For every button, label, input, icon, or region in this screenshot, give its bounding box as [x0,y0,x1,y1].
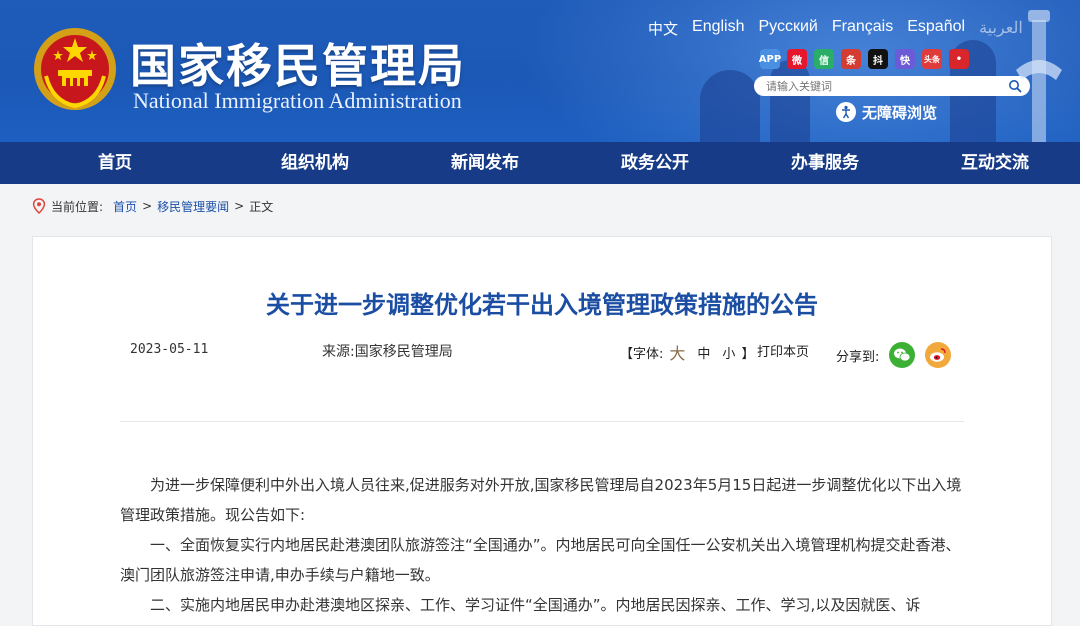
nav-news[interactable]: 新闻发布 [400,142,570,184]
national-emblem-icon [34,28,116,110]
site-title-en: National Immigration Administration [133,88,462,113]
red-app-icon[interactable]: • [949,49,969,69]
breadcrumb-prefix: 当前位置: [51,199,104,214]
breadcrumb-separator: > [234,199,245,213]
article-paragraph: 二、实施内地居民申办赴港澳地区探亲、工作、学习证件“全国通办”。内地居民因探亲、… [150,596,921,614]
lang-russian[interactable]: Русский [759,18,818,40]
accessibility-label: 无障碍浏览 [862,103,938,122]
share-bar: 分享到: [836,342,952,368]
accessibility-icon [836,102,856,122]
search-input[interactable] [766,79,996,93]
lang-english[interactable]: English [692,18,744,40]
article-paragraph: 为进一步保障便利中外出入境人员往来,促进服务对外开放,国家移民管理局自2023年… [120,476,962,524]
nav-services[interactable]: 办事服务 [740,142,910,184]
lang-french[interactable]: Français [832,18,893,40]
article-paragraph: 一、全面恢复实行内地居民赴港澳团队旅游签注“全国通办”。内地居民可向全国任一公安… [120,536,961,584]
article-body: 为进一步保障便利中外出入境人员往来,促进服务对外开放,国家移民管理局自2023年… [120,470,968,620]
nav-government-affairs[interactable]: 政务公开 [570,142,740,184]
app-icon[interactable]: APP [759,49,781,69]
toutiao-icon[interactable]: 条 [841,49,861,69]
breadcrumb: 当前位置: 首页 > 移民管理要闻 > 正文 [32,196,273,216]
search-box [754,76,1030,96]
traveler-silhouette [700,70,760,142]
accessibility-link[interactable]: 无障碍浏览 [836,101,937,123]
douyin-icon[interactable]: 抖 [868,49,888,69]
weibo-icon[interactable]: 微 [787,49,807,69]
nav-interaction[interactable]: 互动交流 [910,142,1080,184]
meta-divider [120,421,964,422]
print-button[interactable]: 打印本页 [757,341,809,360]
site-title-cn: 国家移民管理局 [130,39,466,93]
publish-date: 2023-05-11 [130,342,209,357]
social-media-row: APP 微 信 条 抖 快 头条 • [759,49,969,69]
lang-chinese[interactable]: 中文 [648,18,678,40]
font-label-close: 】 [741,346,755,362]
language-bar: 中文 English Русский Français Español العر… [648,18,1037,40]
font-small-button[interactable]: 小 [722,343,735,362]
font-label-open: 【字体: [620,346,664,362]
wechat-share-icon[interactable] [889,342,916,368]
font-medium-button[interactable]: 中 [697,343,710,362]
location-pin-icon [32,198,46,214]
breadcrumb-current: 正文 [249,199,274,214]
breadcrumb-separator: > [142,199,153,213]
article-source: 来源:国家移民管理局 [322,344,453,360]
nav-organization[interactable]: 组织机构 [230,142,400,184]
share-label: 分享到: [836,349,880,365]
weibo-share-icon[interactable] [925,342,952,368]
site-header: 国家移民管理局 National Immigration Administrat… [0,0,1080,142]
kuaishou-icon[interactable]: 快 [895,49,915,69]
font-size-control: 【字体: 大 中 小 】 [620,340,754,364]
huabiao-pillar-icon [1016,10,1062,142]
lang-spanish[interactable]: Español [907,18,965,40]
font-large-button[interactable]: 大 [669,340,685,364]
nav-home[interactable]: 首页 [0,142,230,184]
breadcrumb-home[interactable]: 首页 [113,198,137,215]
wechat-icon[interactable]: 信 [814,49,834,69]
breadcrumb-section[interactable]: 移民管理要闻 [157,198,229,215]
toutiao-hao-icon[interactable]: 头条 [922,49,942,69]
traveler-silhouette [770,60,810,142]
main-nav: 首页 组织机构 新闻发布 政务公开 办事服务 互动交流 [0,142,1080,184]
article-title: 关于进一步调整优化若干出入境管理政策措施的公告 [266,291,818,319]
